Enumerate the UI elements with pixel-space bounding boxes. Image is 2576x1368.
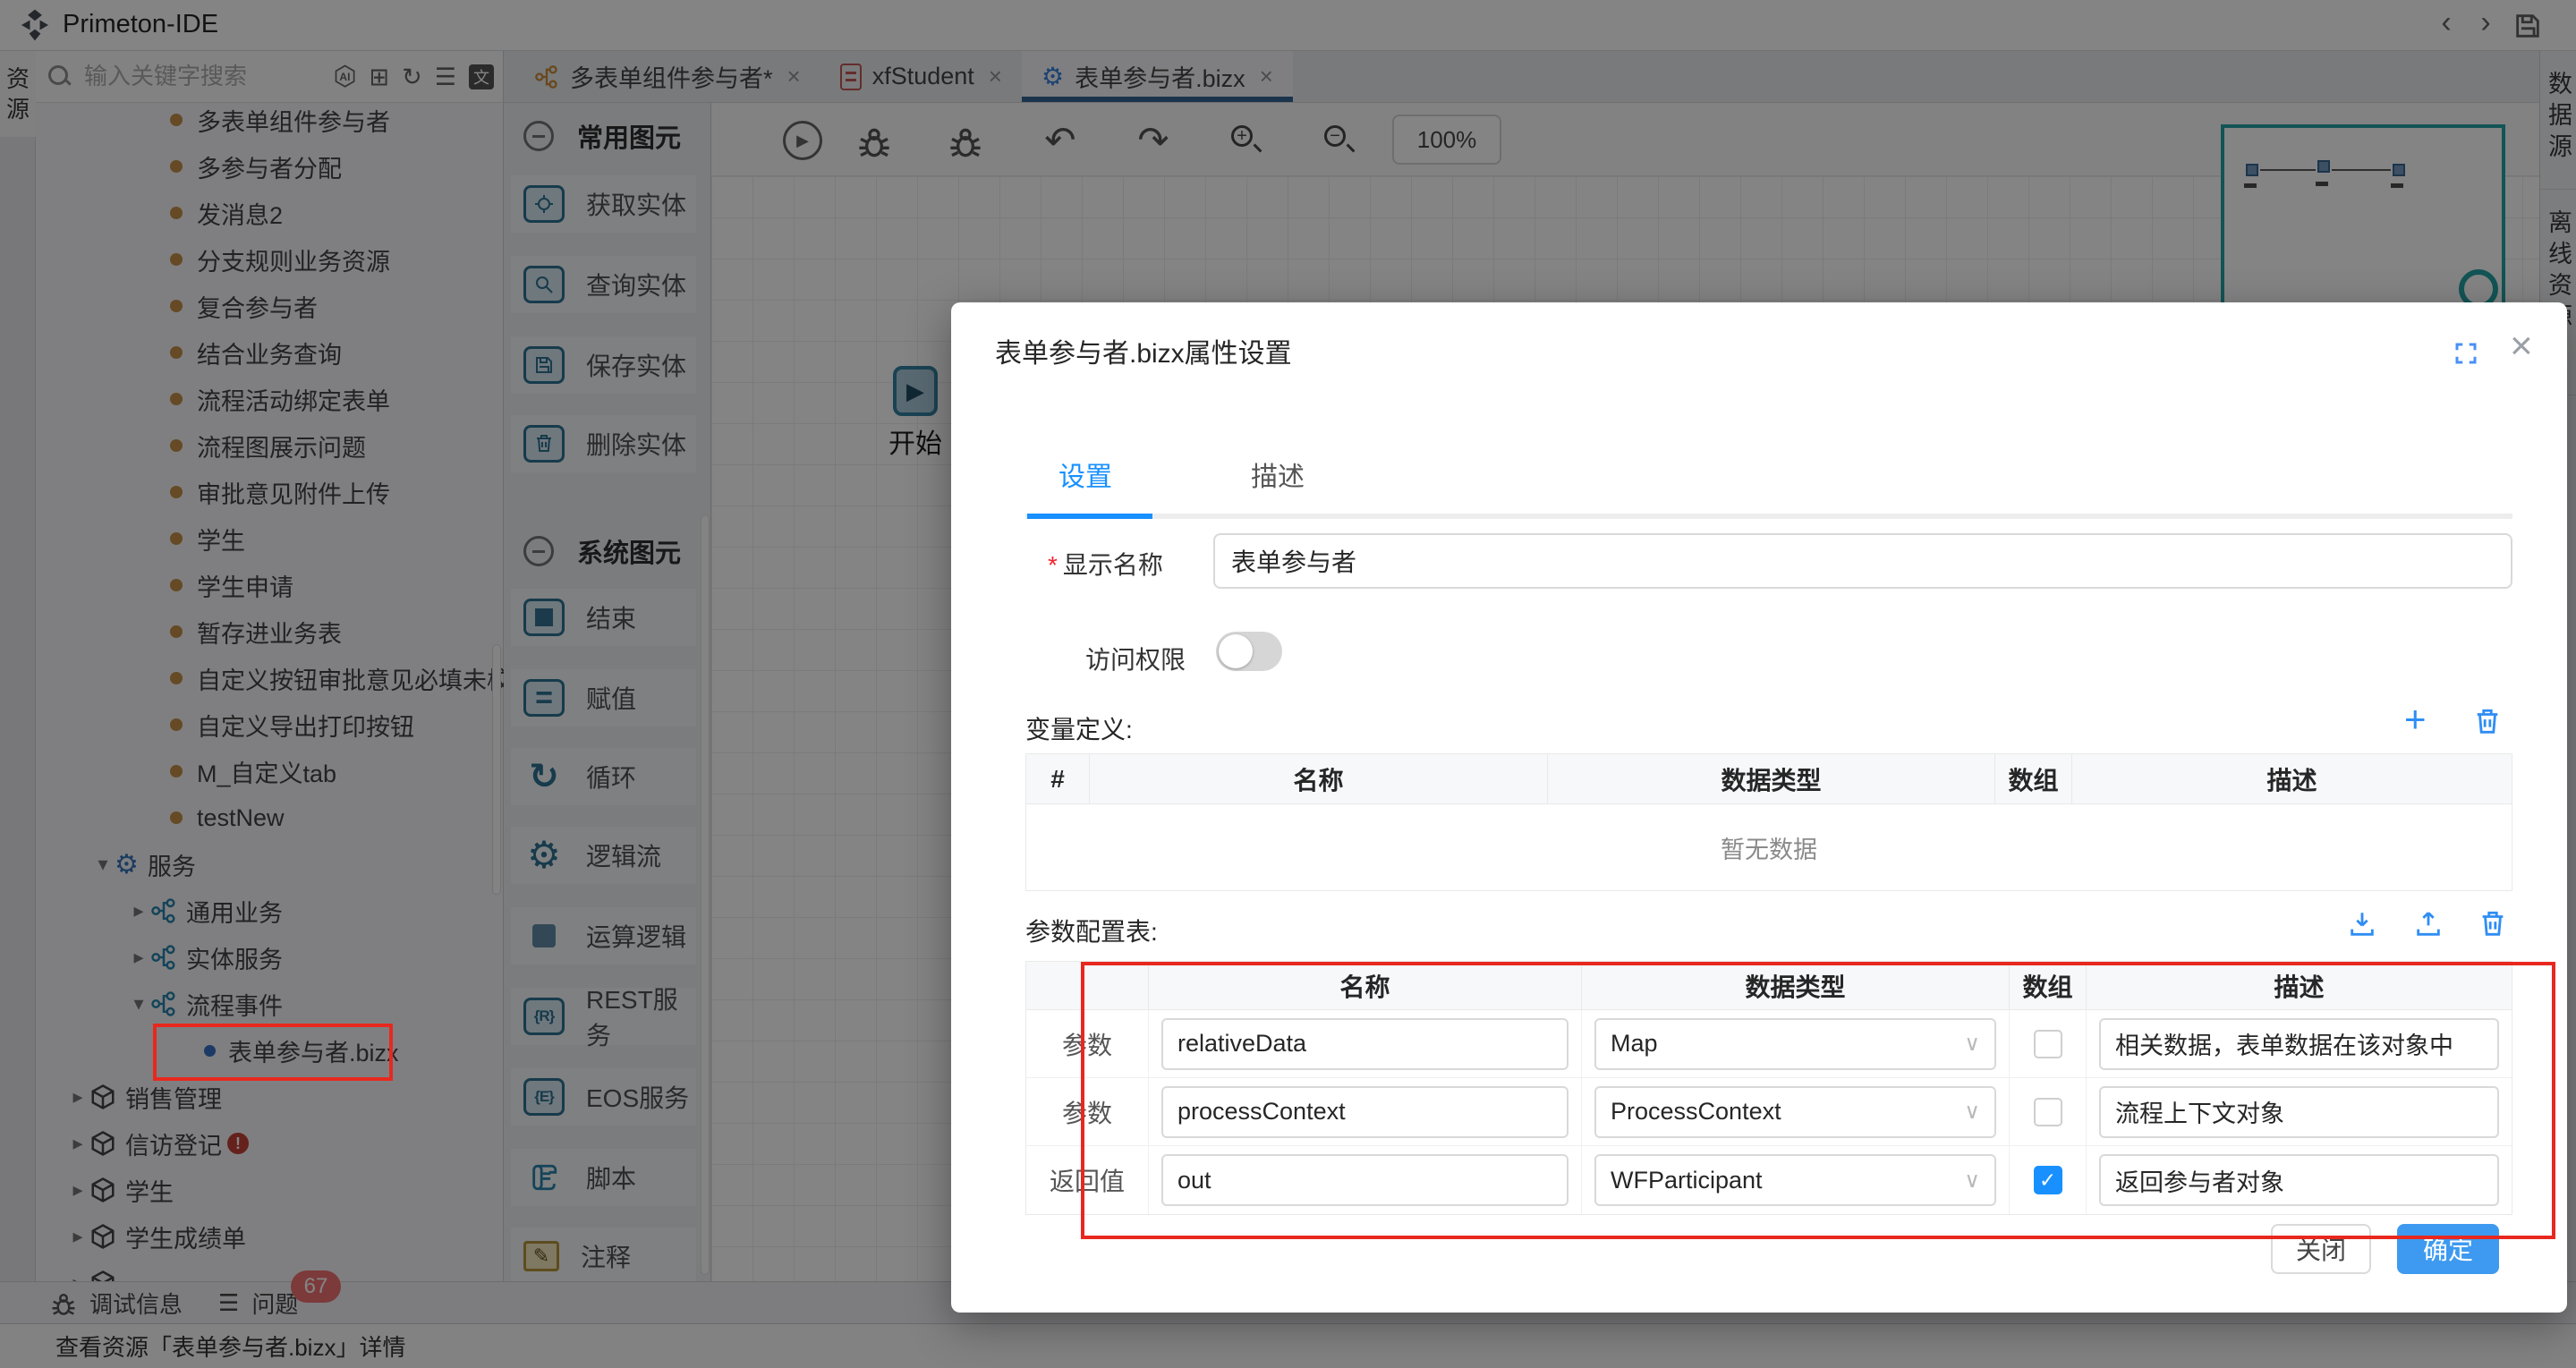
access-label: 访问权限 [1085, 646, 1186, 674]
array-checkbox[interactable] [2033, 1097, 2062, 1126]
variables-table: # 名称 数据类型 数组 描述 暂无数据 [1025, 753, 2512, 891]
param-type-select[interactable]: Map ∨ [1594, 1017, 1996, 1070]
display-name-input[interactable] [1213, 533, 2512, 589]
dialog-title: 表单参与者.bizx属性设置 [995, 339, 1292, 369]
param-desc-input[interactable]: 返回参与者对象 [2099, 1154, 2499, 1206]
dialog-tab-settings[interactable]: 设置 [1058, 455, 1112, 494]
array-checkbox-checked[interactable]: ✓ [2033, 1166, 2062, 1194]
toggle-knob [1219, 634, 1253, 668]
array-checkbox[interactable] [2033, 1029, 2062, 1058]
param-type-select[interactable]: WFParticipant ∨ [1594, 1154, 1996, 1206]
param-row: 参数 relativeData Map ∨ 相关数据，表单数据在该对象中 [1026, 1010, 2512, 1078]
close-icon[interactable]: × [2510, 324, 2533, 369]
import-params-icon[interactable] [2347, 909, 2377, 939]
required-asterisk: * [1048, 551, 1058, 579]
delete-param-icon[interactable] [2478, 909, 2508, 939]
chevron-down-icon: ∨ [1964, 1100, 1980, 1124]
properties-dialog: 表单参与者.bizx属性设置 × 设置 描述 *显示名称 访问权限 变量定义: … [951, 302, 2567, 1313]
param-name-input[interactable]: relativeData [1161, 1017, 1569, 1070]
access-toggle[interactable] [1216, 632, 1282, 671]
export-params-icon[interactable] [2413, 909, 2444, 939]
variables-table-header: # 名称 数据类型 数组 描述 [1026, 754, 2512, 804]
dialog-tab-track [1025, 514, 2512, 519]
param-desc-input[interactable]: 相关数据，表单数据在该对象中 [2099, 1017, 2499, 1070]
delete-variable-icon[interactable] [2472, 707, 2503, 737]
add-variable-icon[interactable]: + [2404, 701, 2427, 738]
active-tab-indicator [1027, 514, 1152, 519]
param-desc-input[interactable]: 流程上下文对象 [2099, 1085, 2499, 1138]
chevron-down-icon: ∨ [1964, 1032, 1980, 1056]
param-name-input[interactable]: out [1161, 1154, 1569, 1206]
app-window: Primeton-IDE ‹ › 资源 ⬡AI ⊞ ↻ ☰ 文 多表单组件参与者… [0, 0, 2576, 1368]
empty-placeholder: 暂无数据 [1721, 836, 1817, 863]
display-name-label: * 显示名称 [1048, 551, 1163, 579]
params-section-label: 参数配置表: [1025, 918, 1158, 946]
param-type-select[interactable]: ProcessContext ∨ [1594, 1085, 1996, 1138]
ok-button[interactable]: 确定 [2397, 1224, 2499, 1274]
params-table-header: 名称 数据类型 数组 描述 [1026, 962, 2512, 1010]
param-row: 返回值 out WFParticipant ∨ ✓ 返回参与者对象 [1026, 1146, 2512, 1214]
variables-section-label: 变量定义: [1025, 716, 1133, 743]
close-button[interactable]: 关闭 [2271, 1224, 2371, 1274]
params-table: 名称 数据类型 数组 描述 参数 relativeData Map ∨ 相关数据，… [1025, 961, 2512, 1215]
dialog-tab-description[interactable]: 描述 [1251, 455, 1305, 494]
fullscreen-icon[interactable] [2453, 340, 2479, 367]
param-row: 参数 processContext ProcessContext ∨ 流程上下文对… [1026, 1078, 2512, 1146]
chevron-down-icon: ∨ [1964, 1168, 1980, 1193]
param-name-input[interactable]: processContext [1161, 1085, 1569, 1138]
